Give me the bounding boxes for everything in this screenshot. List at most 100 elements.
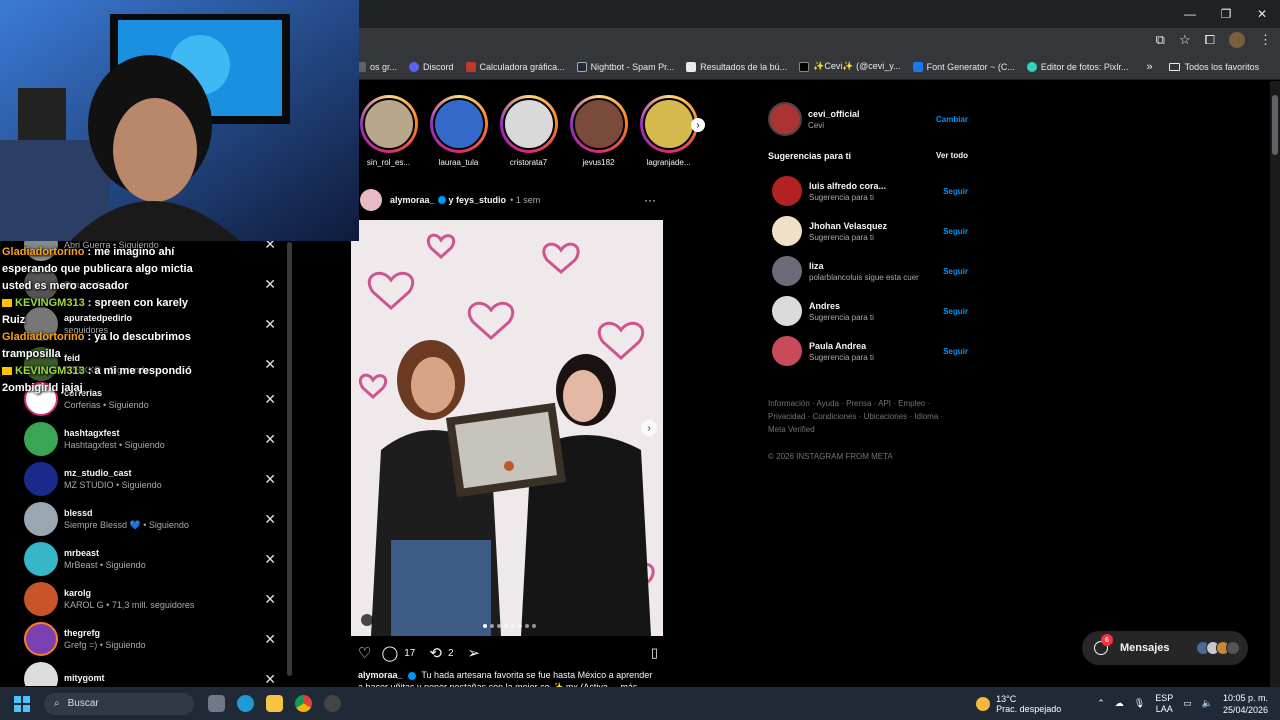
bookmark-item[interactable]: Discord bbox=[409, 61, 454, 72]
tray-chevron-icon[interactable]: ⌃ bbox=[1097, 698, 1105, 709]
suggestion-avatar[interactable] bbox=[772, 176, 802, 206]
following-username[interactable]: blessd bbox=[64, 508, 189, 518]
story-ring bbox=[359, 95, 418, 153]
unfollow-close-icon[interactable]: ✕ bbox=[264, 591, 276, 608]
task-view-icon[interactable] bbox=[208, 695, 225, 712]
following-username[interactable]: mz_studio_cast bbox=[64, 468, 162, 478]
tagged-users-icon[interactable] bbox=[361, 614, 373, 626]
current-user-avatar[interactable] bbox=[768, 102, 802, 136]
caption-username[interactable]: alymoraa_ bbox=[358, 670, 403, 680]
story-ring bbox=[499, 95, 558, 153]
share-send-icon[interactable]: ➢ bbox=[468, 644, 481, 662]
follow-button[interactable]: Seguir bbox=[943, 267, 968, 276]
suggestion-avatar[interactable] bbox=[772, 296, 802, 326]
see-all-link[interactable]: Ver todo bbox=[936, 151, 968, 161]
bookmark-item[interactable]: Nightbot - Spam Pr... bbox=[576, 61, 674, 72]
unfollow-close-icon[interactable]: ✕ bbox=[264, 671, 276, 687]
following-avatar[interactable] bbox=[24, 662, 58, 686]
story-item[interactable]: jevus182 bbox=[569, 95, 628, 167]
bookmark-item[interactable]: ✨Cevi✨ (@cevi_y... bbox=[799, 61, 901, 72]
carousel-next-button[interactable]: › bbox=[641, 420, 657, 436]
microphone-icon[interactable]: 🎙 bbox=[1134, 698, 1145, 709]
chrome-icon[interactable] bbox=[295, 695, 312, 712]
follow-button[interactable]: Seguir bbox=[943, 227, 968, 236]
stories-next-button[interactable]: › bbox=[691, 118, 705, 132]
following-avatar[interactable] bbox=[24, 622, 58, 656]
suggestion-avatar[interactable] bbox=[772, 336, 802, 366]
install-app-icon[interactable]: ⧉ bbox=[1156, 32, 1165, 48]
restore-button[interactable]: ❐ bbox=[1208, 0, 1244, 28]
network-icon[interactable]: ▭ bbox=[1183, 698, 1192, 709]
chat-username: Gladiadortorino bbox=[2, 331, 85, 343]
post-author-avatar[interactable] bbox=[360, 189, 382, 211]
extensions-icon[interactable]: ⧠ bbox=[1205, 32, 1215, 48]
weather-widget[interactable]: 13°C Prac. despejado bbox=[976, 694, 1061, 714]
comment-icon[interactable]: ◯ bbox=[381, 644, 398, 662]
menu-kebab-icon[interactable]: ⋮ bbox=[1259, 32, 1272, 48]
unfollow-close-icon[interactable]: ✕ bbox=[264, 511, 276, 528]
volume-icon[interactable]: 🔈 bbox=[1202, 698, 1213, 709]
following-username[interactable]: hashtagxfest bbox=[64, 428, 165, 438]
unfollow-close-icon[interactable]: ✕ bbox=[264, 551, 276, 568]
messages-button[interactable]: 6 Mensajes bbox=[1082, 631, 1248, 665]
unfollow-close-icon[interactable]: ✕ bbox=[264, 631, 276, 648]
edge-icon[interactable] bbox=[237, 695, 254, 712]
profile-avatar[interactable] bbox=[1229, 32, 1245, 48]
follow-button[interactable]: Seguir bbox=[943, 347, 968, 356]
suggestion-avatar[interactable] bbox=[772, 216, 802, 246]
switch-account-link[interactable]: Cambiar bbox=[936, 115, 968, 124]
bookmark-item[interactable]: Calculadora gráfica... bbox=[465, 61, 565, 72]
scrollbar-thumb[interactable] bbox=[1272, 95, 1278, 155]
following-avatar[interactable] bbox=[24, 422, 58, 456]
app-icon[interactable] bbox=[324, 695, 341, 712]
bookmark-item[interactable]: Resultados de la bú... bbox=[686, 61, 787, 72]
follow-button[interactable]: Seguir bbox=[943, 307, 968, 316]
cloud-icon[interactable]: ☁ bbox=[1115, 698, 1124, 709]
like-heart-icon[interactable]: ♡ bbox=[358, 644, 371, 662]
footer-links[interactable]: Información · Ayuda · Prensa · API · Emp… bbox=[768, 397, 948, 436]
minimize-button[interactable]: — bbox=[1172, 0, 1208, 28]
current-username[interactable]: cevi_official bbox=[808, 109, 860, 119]
story-item[interactable]: sin_rol_es... bbox=[359, 95, 418, 167]
unfollow-close-icon[interactable]: ✕ bbox=[264, 471, 276, 488]
folder-label: Todos los favoritos bbox=[1184, 61, 1260, 72]
file-explorer-icon[interactable] bbox=[266, 695, 283, 712]
following-username[interactable]: mitygomt bbox=[64, 673, 105, 683]
following-avatar[interactable] bbox=[24, 502, 58, 536]
all-bookmarks-folder[interactable]: Todos los favoritos bbox=[1168, 61, 1260, 72]
bookmark-item[interactable]: Editor de fotos: Pixlr... bbox=[1026, 61, 1128, 72]
taskbar-search[interactable]: ⌕ Buscar bbox=[44, 692, 194, 715]
repost-icon[interactable]: ⟲ bbox=[429, 644, 442, 662]
clock[interactable]: 10:05 p. m. 25/04/2026 bbox=[1223, 692, 1268, 716]
unfollow-close-icon[interactable]: ✕ bbox=[264, 431, 276, 448]
bookmark-star-icon[interactable]: ☆ bbox=[1179, 32, 1191, 48]
suggestion-username[interactable]: Jhohan Velasquez bbox=[809, 221, 887, 231]
post-author[interactable]: alymoraa_ bbox=[390, 195, 435, 205]
suggestion-username[interactable]: Paula Andrea bbox=[809, 341, 874, 351]
following-avatar[interactable] bbox=[24, 542, 58, 576]
post-options-button[interactable]: ··· bbox=[644, 193, 656, 207]
save-bookmark-icon[interactable]: ▯ bbox=[651, 645, 658, 661]
page-scrollbar[interactable] bbox=[1270, 81, 1280, 687]
following-avatar[interactable] bbox=[24, 462, 58, 496]
suggestion-username[interactable]: liza bbox=[809, 261, 919, 271]
bookmark-item[interactable]: Font Generator ~ (C... bbox=[912, 61, 1015, 72]
following-username[interactable]: mrbeast bbox=[64, 548, 146, 558]
post-coauthor[interactable]: y feys_studio bbox=[449, 195, 507, 205]
post-image[interactable]: › bbox=[351, 220, 663, 636]
language-indicator[interactable]: ESP LAA bbox=[1155, 693, 1173, 715]
following-username[interactable]: karolg bbox=[64, 588, 194, 598]
suggestion-username[interactable]: Andres bbox=[809, 301, 874, 311]
story-item[interactable]: lauraa_tula bbox=[429, 95, 488, 167]
story-item[interactable]: cristorata7 bbox=[499, 95, 558, 167]
suggestion-username[interactable]: luis alfredo cora... bbox=[809, 181, 886, 191]
follow-button[interactable]: Seguir bbox=[943, 187, 968, 196]
following-avatar[interactable] bbox=[24, 582, 58, 616]
suggestion-avatar[interactable] bbox=[772, 256, 802, 286]
start-windows-icon[interactable] bbox=[14, 695, 30, 712]
story-item[interactable]: lagranjade... bbox=[639, 95, 698, 167]
bookmark-item[interactable]: os gr... bbox=[356, 61, 397, 72]
following-username[interactable]: thegrefg bbox=[64, 628, 145, 638]
close-button[interactable]: ✕ bbox=[1244, 0, 1280, 28]
bookmarks-overflow-button[interactable]: » bbox=[1146, 61, 1152, 73]
